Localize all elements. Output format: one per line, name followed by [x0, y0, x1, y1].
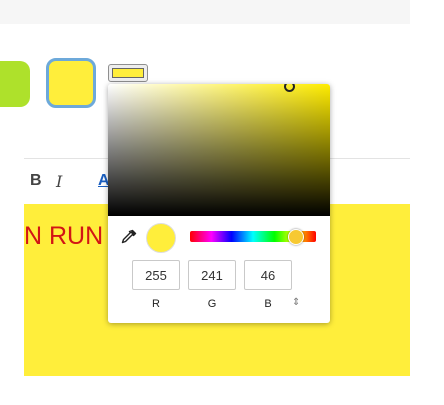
green-color-swatch[interactable] — [0, 61, 30, 107]
bold-button[interactable]: B — [30, 172, 42, 190]
color-picker-popup: R G B ⇕ — [108, 84, 330, 323]
color-picker-trigger[interactable] — [108, 64, 148, 82]
red-value-input[interactable] — [132, 260, 180, 290]
color-mode-toggle-icon[interactable]: ⇕ — [292, 297, 300, 308]
yellow-color-swatch-selected[interactable] — [46, 58, 96, 108]
eyedropper-icon[interactable] — [120, 228, 138, 246]
green-value-input[interactable] — [188, 260, 236, 290]
blue-label: B — [264, 298, 272, 310]
current-color-fill — [112, 68, 144, 78]
editor-text: N RUN — [24, 222, 104, 250]
italic-button[interactable]: I — [56, 172, 62, 191]
saturation-area[interactable] — [108, 84, 330, 216]
hue-slider[interactable] — [190, 229, 316, 245]
top-bar — [0, 0, 410, 24]
green-label: G — [207, 298, 217, 310]
saturation-handle[interactable] — [284, 84, 295, 92]
color-preview — [146, 223, 176, 253]
hue-slider-handle[interactable] — [287, 229, 304, 245]
red-label: R — [152, 298, 160, 310]
blue-value-input[interactable] — [244, 260, 292, 290]
